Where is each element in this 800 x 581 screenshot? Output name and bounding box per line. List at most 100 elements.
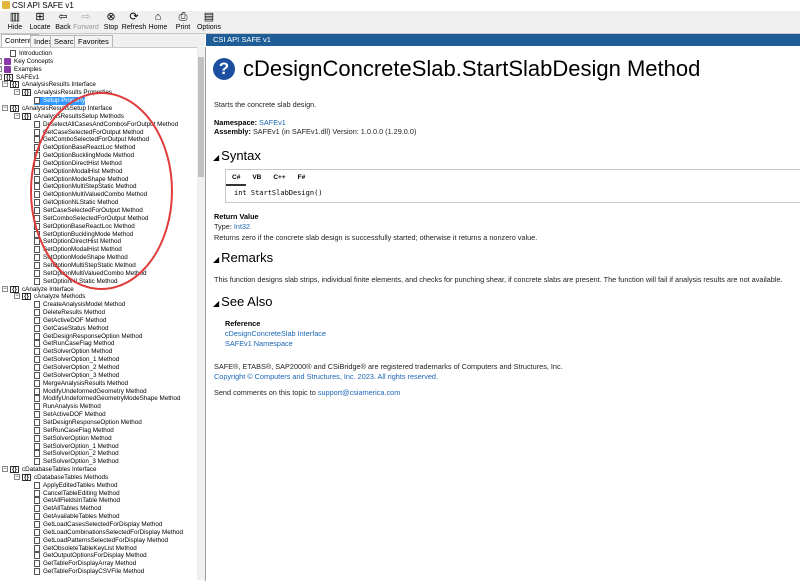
tree-item[interactable]: SetOptionModalHist Method bbox=[34, 246, 122, 254]
tree-item[interactable]: GetOptionNLStatic Method bbox=[34, 199, 118, 207]
home-button[interactable]: ⌂ Home bbox=[145, 12, 171, 33]
tree-item[interactable]: GetActiveDOF Method bbox=[34, 316, 106, 325]
collapse-triangle-icon[interactable]: ◢ bbox=[213, 299, 219, 308]
tree-item[interactable]: DeleteResults Method bbox=[34, 309, 105, 317]
tree-item[interactable]: −{} cAnalyze Methods bbox=[14, 293, 85, 301]
tree-item[interactable]: GetOptionModalHist Method bbox=[34, 167, 122, 176]
namespace-link[interactable]: SAFEv1 bbox=[259, 118, 286, 127]
tree-item[interactable]: SetSolverOption_3 Method bbox=[34, 458, 119, 466]
collapse-icon[interactable]: − bbox=[2, 285, 8, 292]
expand-icon[interactable]: + bbox=[0, 57, 2, 64]
forward-button[interactable]: ⇨ Forward bbox=[73, 12, 99, 33]
collapse-icon[interactable]: − bbox=[2, 466, 8, 473]
tree-item[interactable]: SetOptionModeShape Method bbox=[34, 254, 128, 262]
tree-item[interactable]: GetSolverOption_1 Method bbox=[34, 356, 119, 364]
code-tab[interactable]: F# bbox=[292, 172, 312, 184]
tree-item[interactable]: −{}SAFEv1 bbox=[0, 73, 39, 82]
tree-item[interactable]: CancelTableEditing Method bbox=[34, 489, 120, 498]
tree-item[interactable]: + Key Concepts bbox=[0, 57, 53, 66]
tree-item[interactable]: MergeAnalysisResults Method bbox=[34, 379, 128, 388]
tree-item[interactable]: GetOptionMultiStepStatic Method bbox=[34, 183, 136, 191]
tree-item[interactable]: GetOptionModeShape Method bbox=[34, 175, 128, 184]
tree-item[interactable]: SetSolverOption Method bbox=[34, 434, 112, 443]
syntax-heading[interactable]: ◢ Syntax bbox=[213, 148, 261, 166]
return-type-link[interactable]: Int32 bbox=[234, 222, 250, 231]
tree-item[interactable]: −{} cAnalysisResultsSetup Methods bbox=[14, 112, 124, 121]
tree-scrollbar[interactable] bbox=[197, 47, 205, 580]
tree-item[interactable]: SetOptionDirectHist Method bbox=[34, 238, 121, 246]
collapse-icon[interactable]: − bbox=[2, 104, 8, 111]
tree-scrollbar-thumb[interactable] bbox=[198, 57, 204, 177]
tree-item[interactable]: SetComboSelectedForOutput Method bbox=[34, 214, 148, 223]
tree-item[interactable]: GetLoadPatternsSelectedForDisplay Method bbox=[34, 536, 168, 545]
tree-item[interactable]: GetTableForDisplayCSVFile Method bbox=[34, 568, 144, 576]
see-also-heading[interactable]: ◢ See Also bbox=[213, 294, 272, 312]
tree-item[interactable]: ModifyUndeformedGeometry Method bbox=[34, 387, 147, 396]
tree-item[interactable]: SetSolverOption_2 Method bbox=[34, 450, 119, 458]
tree-item[interactable]: SetOptionNLStatic Method bbox=[34, 277, 118, 286]
tree-item[interactable]: DeselectAllCasesAndCombosForOutput Metho… bbox=[34, 120, 178, 129]
tab-favorites[interactable]: Favorites bbox=[74, 35, 113, 47]
tree-item[interactable]: SetSolverOption_1 Method bbox=[34, 442, 119, 451]
collapse-triangle-icon[interactable]: ◢ bbox=[213, 153, 219, 162]
tree-item[interactable]: Setup Property bbox=[34, 97, 86, 106]
tree-item[interactable]: ApplyEditedTables Method bbox=[34, 481, 118, 490]
feedback-email-link[interactable]: support@csiamerica.com bbox=[318, 388, 400, 397]
tree-item[interactable]: SetOptionBaseReactLoc Method bbox=[34, 222, 135, 231]
collapse-icon[interactable]: − bbox=[14, 473, 20, 480]
tree-item[interactable]: GetCaseStatus Method bbox=[34, 324, 108, 333]
print-button[interactable]: ⎙ Print bbox=[170, 12, 196, 33]
tree-item[interactable]: −{} cDatabaseTables Interface bbox=[2, 466, 97, 474]
tree-item[interactable]: GetTableForDisplayArray Method bbox=[34, 560, 136, 568]
collapse-triangle-icon[interactable]: ◢ bbox=[213, 255, 219, 264]
contents-tree[interactable]: Introduction+Key Concepts+Examples−{}SAF… bbox=[0, 47, 206, 581]
hide-button[interactable]: ▥ Hide bbox=[2, 12, 28, 33]
tree-item[interactable]: GetLoadCasesSelectedForDisplay Method bbox=[34, 521, 162, 529]
collapse-icon[interactable]: − bbox=[14, 112, 20, 119]
tree-item[interactable]: SetActiveDOF Method bbox=[34, 411, 106, 419]
tree-item[interactable]: SetRunCaseFlag Method bbox=[34, 426, 114, 435]
tree-item[interactable]: GetSolverOption Method bbox=[34, 348, 112, 356]
tree-item[interactable]: −{} cDatabaseTables Methods bbox=[14, 473, 108, 482]
tree-item[interactable]: GetOptionBucklingMode Method bbox=[34, 152, 134, 160]
tree-item[interactable]: GetObsoleteTableKeyList Method bbox=[34, 544, 137, 553]
refresh-button[interactable]: ⟳ Refresh bbox=[121, 12, 147, 33]
tree-item[interactable]: GetOptionBaseReactLoc Method bbox=[34, 144, 135, 152]
options-button[interactable]: ▤ Options bbox=[196, 12, 222, 33]
code-tab[interactable]: C++ bbox=[267, 172, 291, 184]
tree-item[interactable]: −{} cAnalysisResults Interface bbox=[2, 81, 96, 89]
tree-item[interactable]: SetDesignResponseOption Method bbox=[34, 418, 142, 427]
tree-item[interactable]: GetOptionMultiValuedCombo Method bbox=[34, 191, 147, 199]
code-tab[interactable]: VB bbox=[246, 172, 267, 184]
copyright-link[interactable]: Copyright © Computers and Structures, In… bbox=[214, 372, 438, 381]
collapse-icon[interactable]: − bbox=[14, 293, 20, 300]
tree-item[interactable]: GetComboSelectedForOutput Method bbox=[34, 136, 149, 144]
remarks-heading[interactable]: ◢ Remarks bbox=[213, 250, 273, 268]
code-tab[interactable]: C# bbox=[226, 172, 247, 186]
tree-item[interactable]: GetAllTables Method bbox=[34, 505, 101, 513]
tree-item[interactable]: GetOptionDirectHist Method bbox=[34, 159, 122, 168]
collapse-icon[interactable]: − bbox=[2, 81, 8, 88]
tree-item[interactable]: SetOptionMultiValuedCombo Method bbox=[34, 269, 147, 278]
tree-item[interactable]: GetSolverOption_3 Method bbox=[34, 371, 119, 380]
tree-item[interactable]: Introduction bbox=[10, 50, 52, 58]
collapse-icon[interactable]: − bbox=[14, 89, 20, 96]
tree-item[interactable]: −{} cAnalyze Interface bbox=[2, 285, 74, 294]
tree-item[interactable]: GetAvailableTables Method bbox=[34, 513, 120, 521]
tree-item[interactable]: GetSolverOption_2 Method bbox=[34, 364, 119, 372]
tree-item[interactable]: RunAnalysis Method bbox=[34, 403, 101, 411]
tree-item[interactable]: SetOptionBucklingMode Method bbox=[34, 230, 133, 239]
tree-item[interactable]: CreateAnalysisModel Method bbox=[34, 301, 125, 309]
tree-item[interactable]: GetLoadCombinationsSelectedForDisplay Me… bbox=[34, 528, 183, 537]
tree-item[interactable]: GetOutputOptionsForDisplay Method bbox=[34, 552, 147, 560]
collapse-icon[interactable]: − bbox=[0, 73, 2, 80]
tree-item[interactable]: SetCaseSelectedForOutput Method bbox=[34, 207, 143, 215]
tree-item[interactable]: GetDesignResponseOption Method bbox=[34, 332, 142, 341]
tree-item[interactable]: GetCaseSelectedForOutput Method bbox=[34, 128, 143, 137]
tree-item[interactable]: SetOptionMultiStepStatic Method bbox=[34, 261, 136, 270]
tree-item[interactable]: ModifyUndeformedGeometryModeShape Method bbox=[34, 395, 181, 403]
expand-icon[interactable]: + bbox=[0, 65, 2, 72]
tree-item[interactable]: GetAllFieldsInTable Method bbox=[34, 497, 120, 505]
tree-item[interactable]: GetRunCaseFlag Method bbox=[34, 340, 114, 348]
ref-link-interface[interactable]: cDesignConcreteSlab Interface bbox=[225, 329, 326, 338]
